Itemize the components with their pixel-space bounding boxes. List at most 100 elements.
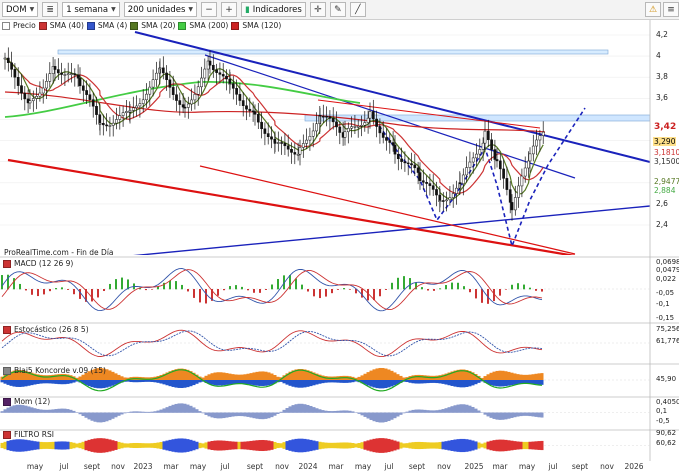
macd-histogram-bar <box>115 279 117 290</box>
indicators-button[interactable]: ▮ Indicadores <box>241 2 306 17</box>
x-axis-label: may <box>518 462 536 471</box>
mom-bar <box>225 412 229 418</box>
blai5-bar <box>474 380 478 385</box>
x-axis-label: 2023 <box>133 462 153 471</box>
rsi-bar <box>102 438 106 453</box>
blai5-bar <box>498 380 502 387</box>
timeframe-select[interactable]: 1 semana ▼ <box>62 2 120 17</box>
pencil-icon[interactable]: ✎ <box>329 2 346 17</box>
rsi-bar <box>177 438 181 453</box>
candle-body <box>78 77 82 87</box>
zoom-out-icon[interactable]: − <box>201 2 218 17</box>
rsi-bar <box>24 439 28 452</box>
candle-body <box>3 57 7 60</box>
price-marker: 3,1500 <box>653 157 679 166</box>
candle-body <box>60 72 63 75</box>
mom-bar <box>408 410 412 413</box>
rsi-bar <box>321 442 325 449</box>
mom-bar <box>168 405 172 413</box>
candle-body <box>135 105 138 109</box>
macd-histogram-bar <box>259 289 261 293</box>
rsi-bar <box>222 440 226 451</box>
mom-bar <box>231 412 235 417</box>
legend-check-price[interactable] <box>2 21 10 30</box>
mom-bar <box>471 406 475 413</box>
rsi-bar <box>159 441 163 450</box>
candle-body <box>378 126 382 134</box>
blai5-bar <box>441 380 445 384</box>
rsi-bar <box>78 442 82 449</box>
menu-icon[interactable]: ≡ <box>663 2 679 17</box>
candle-body <box>108 125 112 127</box>
rsi-bar <box>195 441 199 450</box>
mom-bar <box>111 412 115 419</box>
candle-body <box>73 73 77 76</box>
mom-bar <box>534 412 538 417</box>
x-axis-label: jul <box>548 462 558 471</box>
blai5-bar <box>297 380 301 388</box>
macd-histogram-bar <box>79 289 81 299</box>
candle-body <box>186 103 190 108</box>
mom-bar <box>507 412 511 419</box>
blai5-bar <box>294 380 298 388</box>
mom-bar <box>138 411 142 413</box>
candle-body <box>318 114 322 117</box>
blai5-bar <box>225 373 229 380</box>
rsi-bar <box>450 440 454 451</box>
blai5-bar <box>114 373 118 380</box>
candle-body <box>315 123 318 132</box>
chart-area[interactable] <box>0 20 679 461</box>
blai5-bar <box>111 380 115 386</box>
blai5-bar <box>501 370 505 380</box>
candle-body <box>325 115 328 118</box>
candle-body <box>502 168 505 179</box>
candle-body <box>418 172 422 181</box>
price-marker: 3,42 <box>653 122 678 132</box>
candle-body <box>455 187 458 194</box>
candle-body <box>541 131 545 136</box>
crosshair-icon[interactable]: ✛ <box>309 2 326 17</box>
zoom-in-icon[interactable]: + <box>221 2 238 17</box>
candle-body <box>38 92 42 97</box>
rsi-bar <box>258 440 262 451</box>
blai5-bar <box>504 380 508 387</box>
units-select[interactable]: 200 unidades ▼ <box>123 2 198 17</box>
blai5-bar <box>495 380 499 387</box>
candle-body <box>431 185 435 190</box>
mom-bar <box>0 411 4 413</box>
candle-body <box>211 64 215 71</box>
blai5-bar <box>417 380 421 384</box>
ticker-select[interactable]: DOM ▼ <box>2 2 39 17</box>
rsi-bar <box>453 439 457 452</box>
blai5-bar <box>381 380 385 389</box>
blai5-bar <box>102 380 106 389</box>
macd-histogram-bar <box>91 289 93 302</box>
blai5-bar <box>219 372 223 380</box>
x-axis-label: may <box>189 462 207 471</box>
macd-histogram-bar <box>55 288 57 290</box>
blai5-bar <box>345 380 349 383</box>
mom-bar <box>105 412 109 422</box>
macd-histogram-bar <box>43 289 45 295</box>
candle-body <box>183 106 187 109</box>
list-icon[interactable]: ≣ <box>42 2 59 17</box>
blai5-bar <box>33 380 37 385</box>
mom-bar <box>522 412 526 416</box>
blai5-bar <box>522 374 526 380</box>
blai5-bar <box>249 380 253 385</box>
alert-icon[interactable]: ⚠ <box>645 2 661 17</box>
legend-price: Precio <box>13 21 36 30</box>
candle-body <box>286 145 290 150</box>
rsi-bar <box>141 443 145 448</box>
macd-histogram-bar <box>517 283 519 290</box>
blai5-bar <box>117 374 121 380</box>
rsi-bar <box>354 443 358 448</box>
panel-axis-label: 0,0479 <box>656 266 679 274</box>
blai5-bar <box>27 380 31 386</box>
mom-bar <box>102 412 106 423</box>
rsi-bar <box>435 442 439 449</box>
rsi-bar <box>495 439 499 452</box>
line-tool-icon[interactable]: ╱ <box>349 2 366 17</box>
candle-body <box>406 162 410 165</box>
blai5-bar <box>360 375 364 380</box>
